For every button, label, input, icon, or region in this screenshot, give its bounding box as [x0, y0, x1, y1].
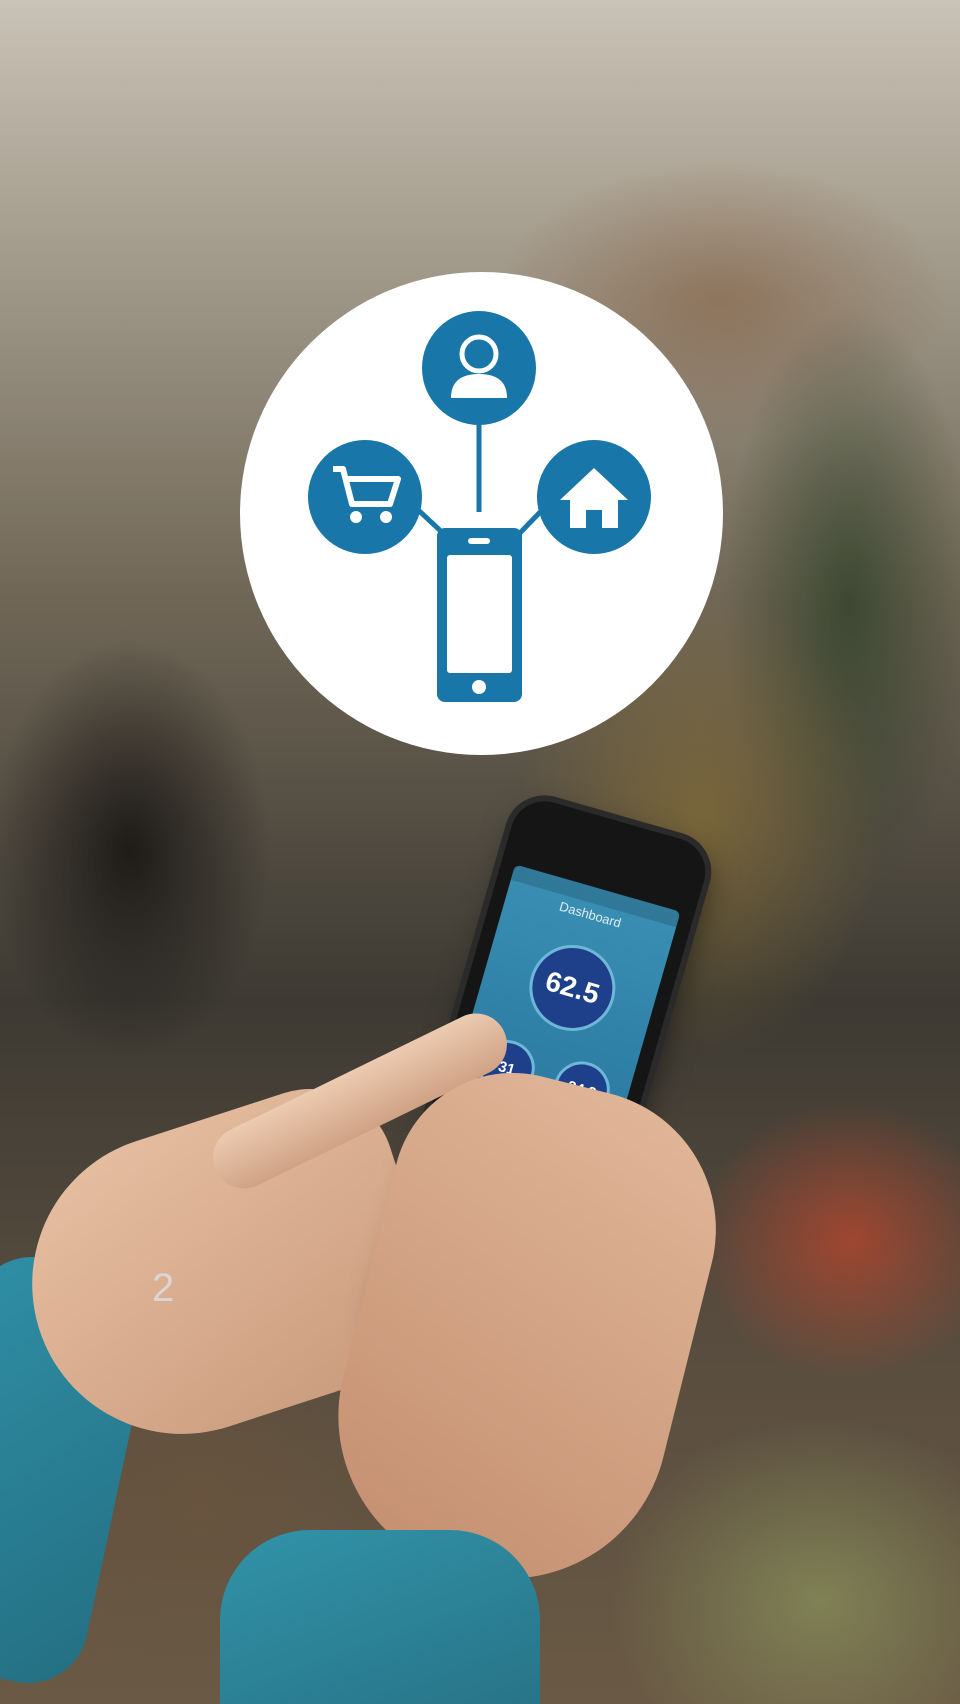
right-sleeve	[220, 1530, 540, 1704]
smartphone-icon	[437, 528, 522, 702]
onboarding-screen: Dashboard 62.5 31 24.2	[0, 0, 960, 1704]
home-icon	[537, 440, 651, 554]
user-icon	[422, 311, 536, 425]
connected-services-illustration	[308, 311, 651, 702]
page-indicator: 2	[152, 1266, 175, 1310]
connected-services-badge	[240, 272, 723, 755]
main-gauge: 62.5	[519, 934, 626, 1042]
shopping-cart-icon	[308, 440, 422, 554]
